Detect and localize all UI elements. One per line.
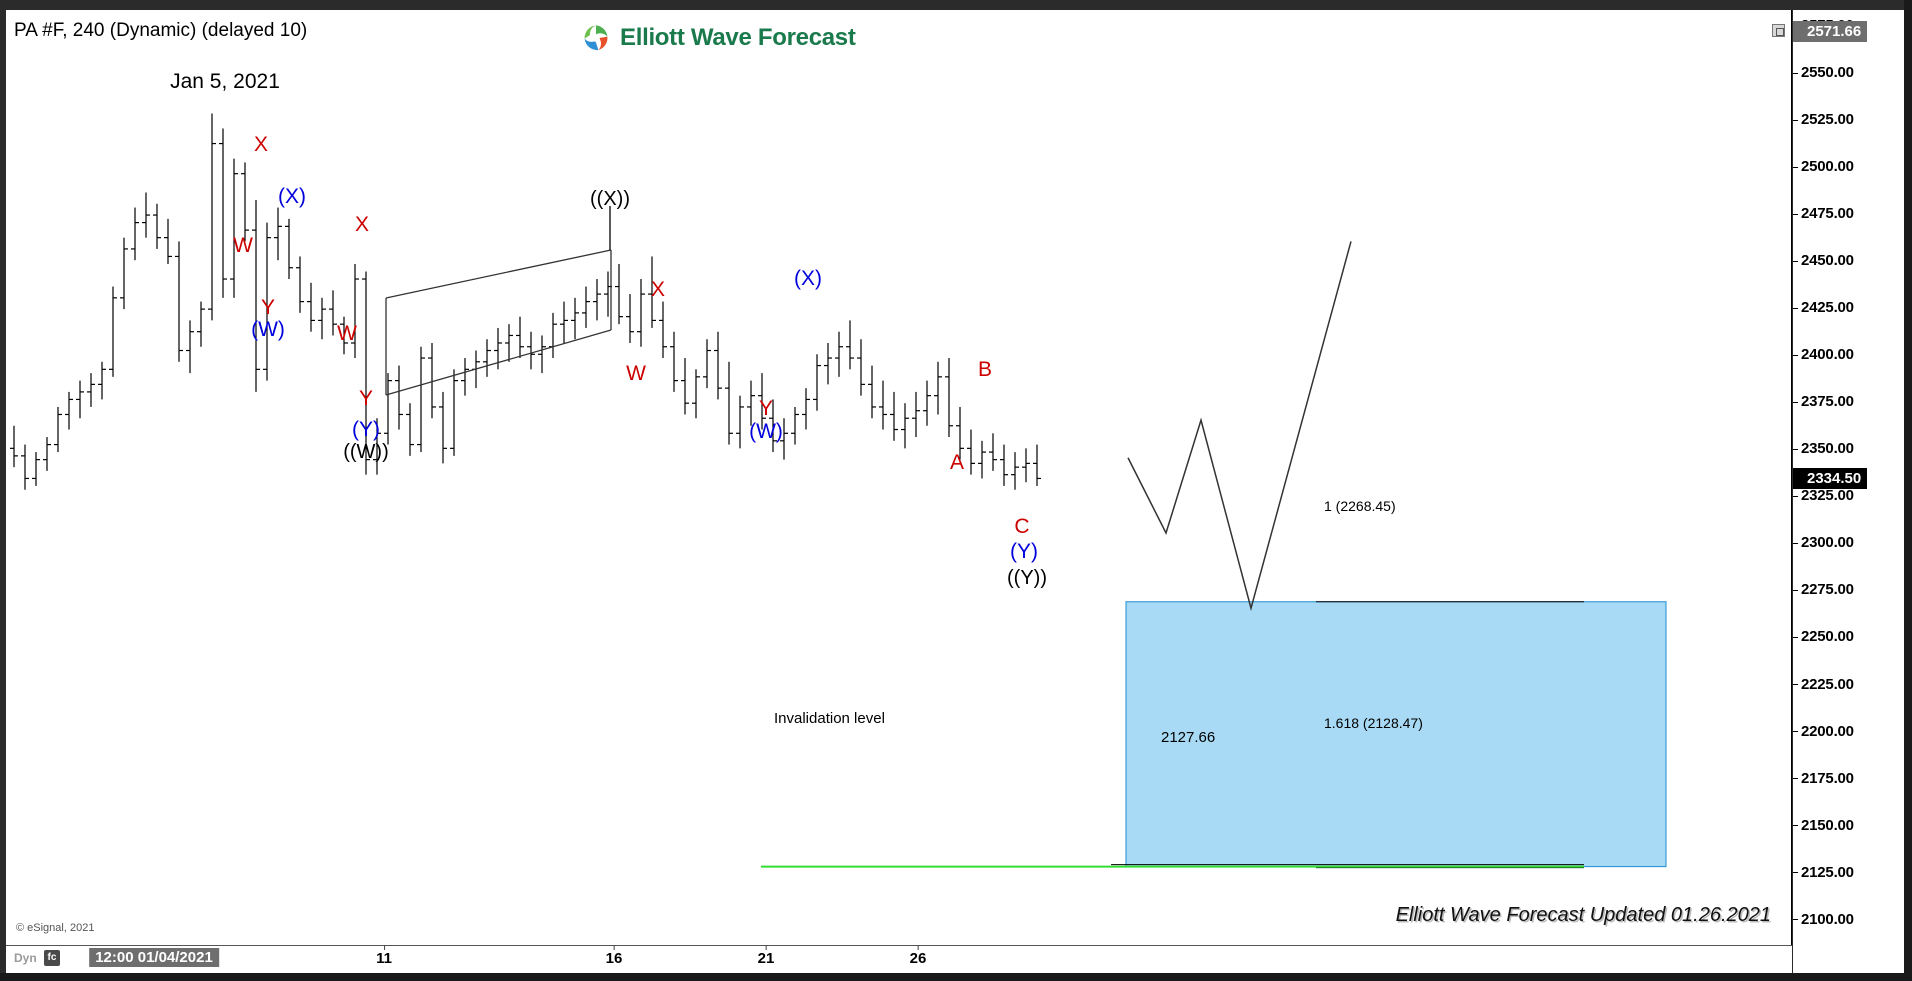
high-price-badge: 2571.66 (1793, 21, 1868, 43)
chart-plot-area[interactable]: PA #F, 240 (Dynamic) (delayed 10) Elliot… (6, 10, 1792, 945)
price-tick-2250-00: 2250.00 (1793, 628, 1854, 646)
wave-label-X-0: X (253, 133, 269, 156)
window-frame-right (1904, 0, 1912, 981)
time-tick-11: 11 (376, 945, 392, 967)
wave-label-X-1: (X) (278, 185, 306, 208)
price-tick-2175-00: 2175.00 (1793, 769, 1854, 787)
wave-label-W-10: ((W)) (343, 441, 389, 463)
price-tick-2275-00: 2275.00 (1793, 581, 1854, 599)
wave-label-Y-4: Y (260, 296, 276, 319)
price-tick-2100-00: 2100.00 (1793, 910, 1854, 928)
fib-level-1-label: 1 (2268.45) (1324, 498, 1396, 514)
wave-label-W-15: (W) (749, 420, 783, 443)
price-tick-2550-00: 2550.00 (1793, 64, 1854, 82)
price-tick-2225-00: 2225.00 (1793, 675, 1854, 693)
copyright-notice: © eSignal, 2021 (16, 922, 95, 934)
wave-label-A-16: A (949, 451, 965, 474)
price-tick-2450-00: 2450.00 (1793, 252, 1854, 270)
price-tick-2150-00: 2150.00 (1793, 816, 1854, 834)
wave-label-X-3: X (354, 213, 370, 236)
wave-label-Y-14: Y (758, 397, 774, 420)
time-axis[interactable]: Dyn fc 12:00 01/04/2021 11 16 21 26 (6, 945, 1792, 973)
last-price-badge: 2334.50 (1793, 467, 1868, 489)
wave-label-X-7: ((X)) (590, 188, 630, 210)
high-price-badge-value: 2571.66 (1807, 23, 1862, 41)
fc-icon[interactable]: fc (44, 950, 60, 966)
invalidation-price-label: 2127.66 (1161, 729, 1216, 746)
ohlc-bars (10, 113, 1041, 490)
wave-label-W-2: W (233, 234, 253, 257)
time-tick-21: 21 (758, 945, 774, 967)
wave-label-Y-19: (Y) (1010, 540, 1038, 563)
price-axis[interactable]: 2575.002550.002525.002500.002475.002450.… (1793, 10, 1904, 973)
time-tick-16: 16 (606, 945, 622, 967)
fib-level-1618-label: 1.618 (2128.47) (1324, 715, 1423, 731)
wave-label-X-11: X (650, 278, 666, 301)
dyn-label: Dyn (14, 951, 37, 965)
date-marker-annotation: Jan 5, 2021 (170, 70, 280, 93)
price-tick-2500-00: 2500.00 (1793, 158, 1854, 176)
channel-trendlines (385, 249, 612, 396)
price-tick-2325-00: 2325.00 (1793, 487, 1854, 505)
wave-label-B-17: B (977, 358, 993, 381)
price-tick-2300-00: 2300.00 (1793, 534, 1854, 552)
wave-label-Y-9: (Y) (352, 418, 380, 441)
price-tick-2400-00: 2400.00 (1793, 346, 1854, 364)
price-tick-2350-00: 2350.00 (1793, 440, 1854, 458)
wave-label-Y-8: Y (358, 387, 374, 410)
price-tick-2125-00: 2125.00 (1793, 863, 1854, 881)
wave-label-X-13: (X) (794, 267, 822, 290)
wave-label-Y-20: ((Y)) (1007, 567, 1047, 589)
wave-label-C-18: C (1014, 515, 1030, 538)
chart-window: PA #F, 240 (Dynamic) (delayed 10) Elliot… (0, 0, 1912, 981)
window-frame-top (0, 0, 1912, 10)
wave-label-W-5: (W) (251, 318, 285, 341)
price-bars-layer (10, 113, 1667, 869)
price-tick-2475-00: 2475.00 (1793, 205, 1854, 223)
last-price-badge-value: 2334.50 (1807, 469, 1862, 487)
time-tick-26: 26 (910, 945, 926, 967)
current-time-badge: 12:00 01/04/2021 (89, 948, 219, 967)
watermark-text: Elliott Wave Forecast Updated 01.26.2021 (1395, 904, 1771, 926)
window-frame-bottom (0, 973, 1912, 981)
price-tick-2375-00: 2375.00 (1793, 393, 1854, 411)
wave-label-W-6: W (337, 322, 357, 345)
elliott-wave-projection-path (1127, 241, 1352, 612)
wave-label-W-12: W (626, 362, 646, 385)
price-tick-2525-00: 2525.00 (1793, 111, 1854, 129)
price-tick-2200-00: 2200.00 (1793, 722, 1854, 740)
price-tick-2425-00: 2425.00 (1793, 299, 1854, 317)
invalidation-level-label: Invalidation level (774, 710, 885, 727)
